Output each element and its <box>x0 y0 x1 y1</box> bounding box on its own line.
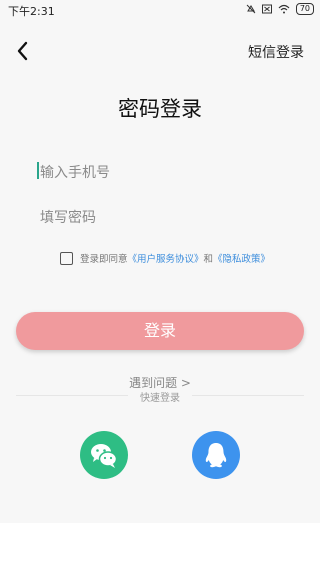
agreement-and: 和 <box>203 254 214 265</box>
agreement-prefix: 登录即同意 <box>80 254 128 265</box>
password-input[interactable] <box>38 201 288 235</box>
chevron-left-icon[interactable] <box>14 40 32 62</box>
box-icon <box>261 4 272 14</box>
wechat-icon <box>91 444 118 468</box>
qq-login-button[interactable] <box>192 431 240 479</box>
page-title: 密码登录 <box>118 97 202 121</box>
login-button[interactable]: 登录 <box>16 312 304 350</box>
agreement-row: 登录即同意 《用户服务协议》 和 《隐私政策》 <box>60 251 270 265</box>
agreement-checkbox[interactable] <box>60 251 73 265</box>
quick-login-label: 快速登录 <box>140 393 180 404</box>
phone-input[interactable] <box>38 156 288 190</box>
status-time: 下午2:31 <box>8 5 55 18</box>
login-screen: 下午2:31 70 短信登录 密码登录 输入手机号 登录即同意 《用户服务协议》… <box>0 0 320 523</box>
sms-login-link[interactable]: 短信登录 <box>248 42 304 62</box>
battery-icon: 70 <box>295 3 314 15</box>
privacy-policy-link[interactable]: 《隐私政策》 <box>213 251 270 265</box>
user-agreement-link[interactable]: 《用户服务协议》 <box>128 251 204 265</box>
do-not-disturb-icon <box>246 4 256 14</box>
qq-icon <box>205 443 227 468</box>
status-bar: 下午2:31 70 <box>0 0 320 20</box>
status-icons: 70 <box>246 3 314 15</box>
wifi-icon <box>278 4 290 14</box>
wechat-login-button[interactable] <box>80 431 128 479</box>
